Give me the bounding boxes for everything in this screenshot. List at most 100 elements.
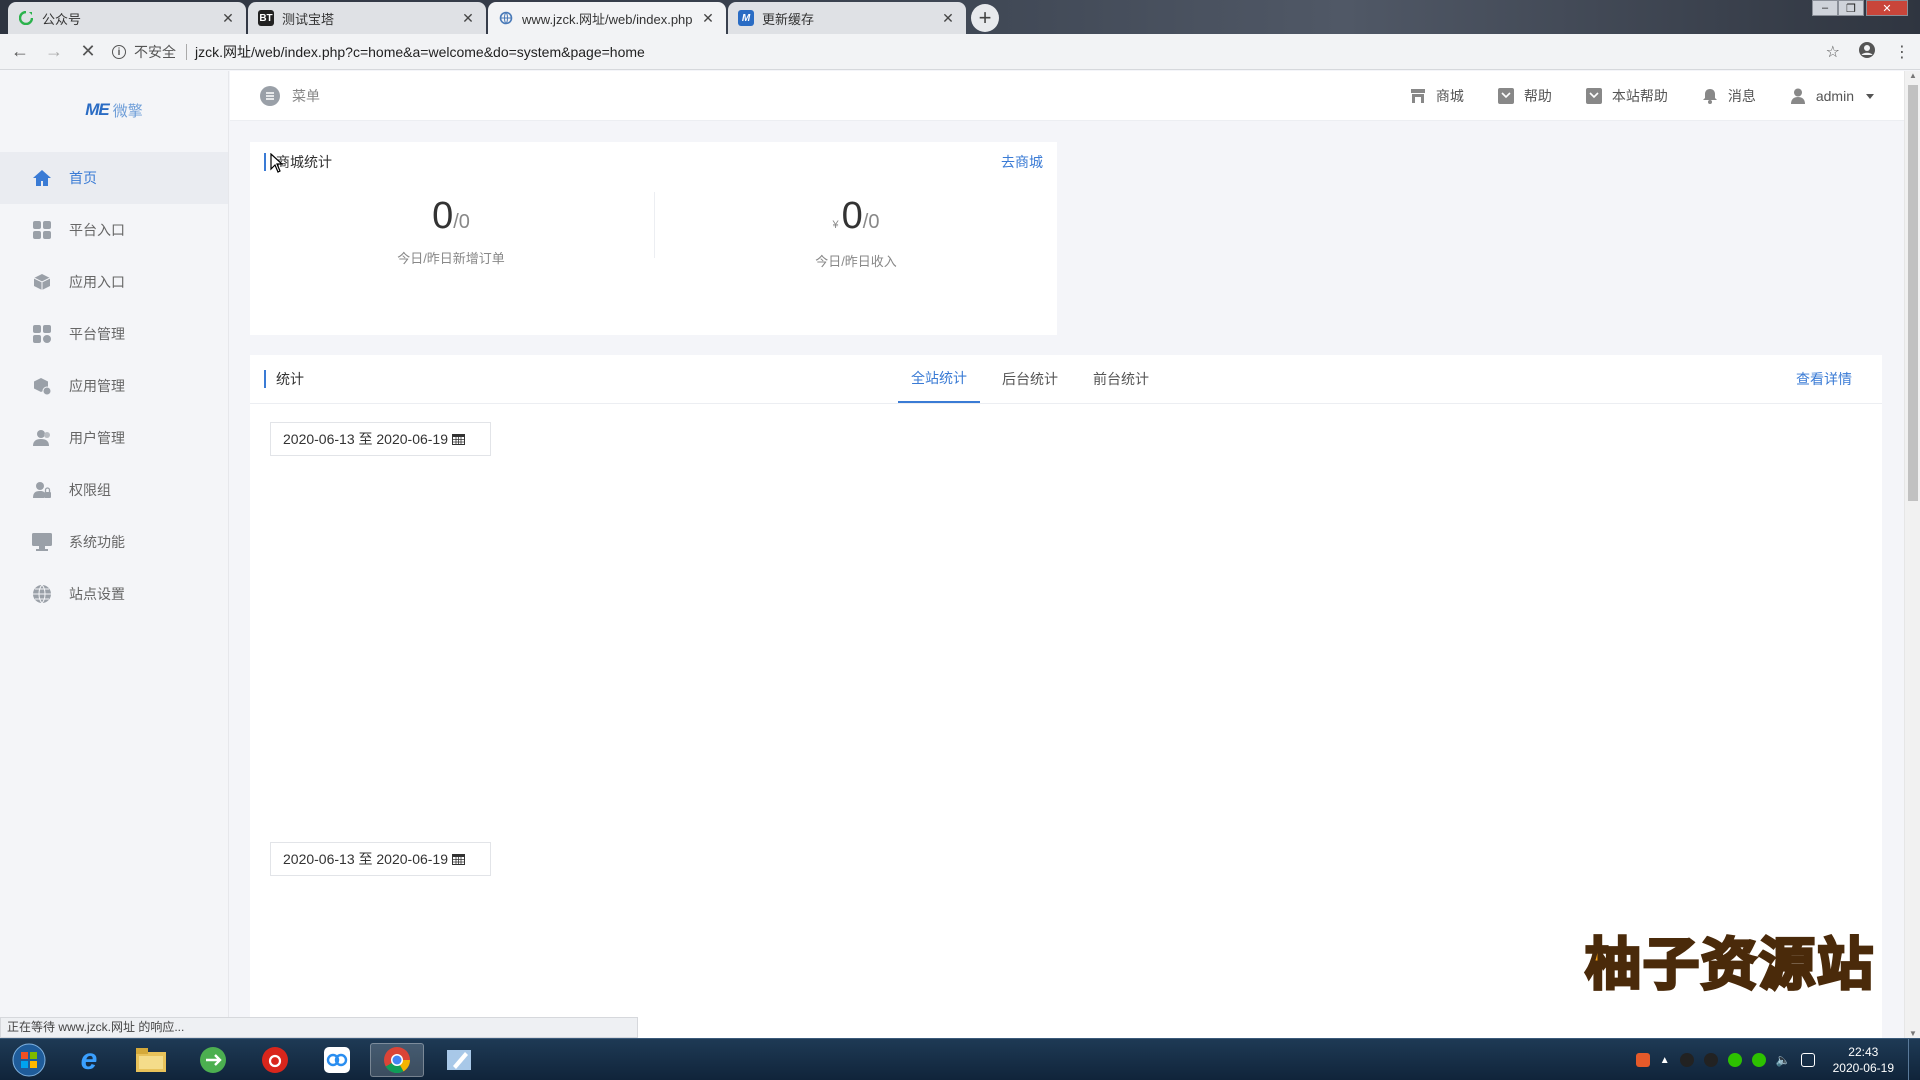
sidebar-item-app-entry[interactable]: 应用入口 — [0, 256, 228, 308]
browser-tab-1[interactable]: 公众号 ✕ — [8, 2, 246, 34]
sidebar-item-label: 系统功能 — [69, 534, 125, 550]
forward-button[interactable]: → — [40, 38, 68, 66]
tray-expand-icon[interactable]: ▲ — [1660, 1055, 1670, 1066]
editor-app-icon[interactable] — [432, 1043, 486, 1077]
sidebar-item-label: 平台管理 — [69, 326, 125, 342]
url-input[interactable]: i 不安全 jzck.网址/web/index.php?c=home&a=wel… — [112, 38, 1812, 66]
chrome-icon[interactable] — [370, 1043, 424, 1077]
star-icon[interactable]: ☆ — [1826, 42, 1840, 62]
tab-frontend-stats[interactable]: 前台统计 — [1080, 355, 1162, 403]
close-icon[interactable]: ✕ — [220, 10, 236, 27]
network-icon[interactable] — [1800, 1053, 1815, 1067]
sidebar-item-label: 权限组 — [69, 482, 111, 498]
divider — [186, 44, 187, 60]
wechat-icon[interactable] — [1727, 1053, 1742, 1067]
window-close-button[interactable]: ✕ — [1866, 0, 1908, 16]
sidebar-item-platform-entry[interactable]: 平台入口 — [0, 204, 228, 256]
users-icon — [31, 427, 53, 449]
green-app-icon[interactable] — [186, 1043, 240, 1077]
scrollbar-thumb[interactable] — [1908, 85, 1918, 501]
income-label: 今日/昨日收入 — [815, 254, 897, 269]
baidu-netdisk-icon[interactable] — [310, 1043, 364, 1077]
kebab-menu-icon[interactable]: ⋮ — [1894, 42, 1910, 62]
date-range-picker-2[interactable]: 2020-06-13 至 2020-06-19 — [270, 842, 491, 876]
sidebar-item-site-settings[interactable]: 站点设置 — [0, 568, 228, 620]
tab-site-stats[interactable]: 全站统计 — [898, 355, 980, 403]
profile-icon[interactable] — [1858, 41, 1876, 64]
browser-tab-2[interactable]: BT 测试宝塔 ✕ — [248, 2, 486, 34]
logo-text: 微擎 — [112, 102, 143, 120]
menu-toggle-button[interactable]: 菜单 — [260, 71, 320, 121]
date-range-text: 2020-06-13 至 2020-06-19 — [283, 431, 449, 447]
minimize-button[interactable]: – — [1812, 0, 1838, 16]
maximize-button[interactable]: ❐ — [1838, 0, 1864, 16]
back-button[interactable]: ← — [6, 38, 34, 66]
scroll-up-icon[interactable]: ▲ — [1905, 71, 1920, 80]
mouse-cursor-icon — [270, 153, 284, 173]
watermark: 柚子资源站 — [1584, 932, 1875, 1000]
tab-title: www.jzck.网址/web/index.php — [522, 11, 693, 27]
start-button[interactable] — [2, 1043, 56, 1077]
system-tray: ▲ 🔈 22:43 2020-06-19 — [1635, 1039, 1920, 1080]
income-yesterday: /0 — [862, 211, 880, 233]
qq-icon[interactable] — [1703, 1053, 1718, 1067]
cube-gear-icon — [31, 375, 53, 397]
sidebar-item-permission-group[interactable]: 权限组 — [0, 464, 228, 516]
sidebar-item-user-manage[interactable]: 用户管理 — [0, 412, 228, 464]
file-explorer-icon[interactable] — [124, 1043, 178, 1077]
sidebar-item-system[interactable]: 系统功能 — [0, 516, 228, 568]
browser-tab-3[interactable]: www.jzck.网址/web/index.php ✕ — [488, 2, 726, 34]
url-text: jzck.网址/web/index.php?c=home&a=welcome&d… — [195, 44, 645, 60]
browser-tab-4[interactable]: M 更新缓存 ✕ — [728, 2, 966, 34]
sidebar-item-label: 用户管理 — [69, 430, 125, 446]
messages-link[interactable]: 消息 — [1702, 86, 1756, 106]
income-stat: ¥0/0 今日/昨日收入 — [655, 192, 1057, 270]
sidebar-item-label: 平台入口 — [69, 222, 125, 238]
tab-backend-stats[interactable]: 后台统计 — [989, 355, 1071, 403]
user-lock-icon — [31, 479, 53, 501]
user-menu[interactable]: admin — [1790, 88, 1874, 104]
netease-music-icon[interactable] — [248, 1043, 302, 1077]
go-to-store-link[interactable]: 去商城 — [1001, 152, 1043, 172]
qq-icon[interactable] — [1679, 1053, 1694, 1067]
home-icon — [31, 167, 53, 189]
close-icon[interactable]: ✕ — [700, 10, 716, 27]
page-content: ME 微擎 首页 平台入口 应用入口 平台管理 应用管理 用户管理 权限组 系统… — [0, 71, 1904, 1038]
sidebar-item-label: 应用管理 — [69, 378, 125, 394]
store-link[interactable]: 商城 — [1410, 86, 1464, 106]
monitor-icon — [31, 531, 53, 553]
chevron-down-icon — [1866, 93, 1874, 99]
wechat-icon[interactable] — [1751, 1053, 1766, 1067]
help-link[interactable]: 帮助 — [1497, 86, 1552, 106]
site-help-link[interactable]: 本站帮助 — [1585, 86, 1668, 106]
volume-icon[interactable]: 🔈 — [1776, 1053, 1791, 1067]
page-scrollbar[interactable]: ▲ ▼ — [1904, 71, 1920, 1038]
orders-yesterday: /0 — [453, 211, 470, 233]
sidebar-item-home[interactable]: 首页 — [0, 152, 228, 204]
scroll-down-icon[interactable]: ▼ — [1905, 1029, 1920, 1038]
sidebar-item-platform-manage[interactable]: 平台管理 — [0, 308, 228, 360]
view-details-link[interactable]: 查看详情 — [1796, 369, 1852, 389]
globe-icon — [31, 583, 53, 605]
close-icon[interactable]: ✕ — [940, 10, 956, 27]
mall-stats-card: 商城统计 去商城 0/0 今日/昨日新增订单 ¥0/0 今日/昨日收入 — [250, 142, 1057, 335]
sidebar-item-app-manage[interactable]: 应用管理 — [0, 360, 228, 412]
stop-button[interactable]: ✕ — [74, 38, 102, 66]
logo[interactable]: ME 微擎 — [0, 71, 228, 149]
date-range-picker-1[interactable]: 2020-06-13 至 2020-06-19 — [270, 422, 491, 456]
help-icon — [1497, 88, 1514, 104]
income-value: ¥0/0 — [655, 192, 1057, 249]
ie-icon[interactable]: e — [62, 1043, 116, 1077]
show-desktop-button[interactable] — [1908, 1039, 1920, 1080]
accent-bar — [264, 370, 266, 388]
new-tab-button[interactable]: + — [971, 4, 999, 32]
list-icon — [260, 86, 280, 106]
stats-tabs: 全站统计 后台统计 前台统计 — [898, 355, 1171, 403]
mall-stats-title: 商城统计 — [276, 154, 332, 170]
ime-icon[interactable] — [1635, 1053, 1650, 1067]
clock[interactable]: 22:43 2020-06-19 — [1833, 1044, 1894, 1076]
close-icon[interactable]: ✕ — [460, 10, 476, 27]
security-indicator[interactable]: i 不安全 — [112, 42, 176, 62]
browser-status-bubble: 正在等待 www.jzck.网址 的响应... — [0, 1017, 638, 1038]
store-icon — [1410, 88, 1426, 104]
